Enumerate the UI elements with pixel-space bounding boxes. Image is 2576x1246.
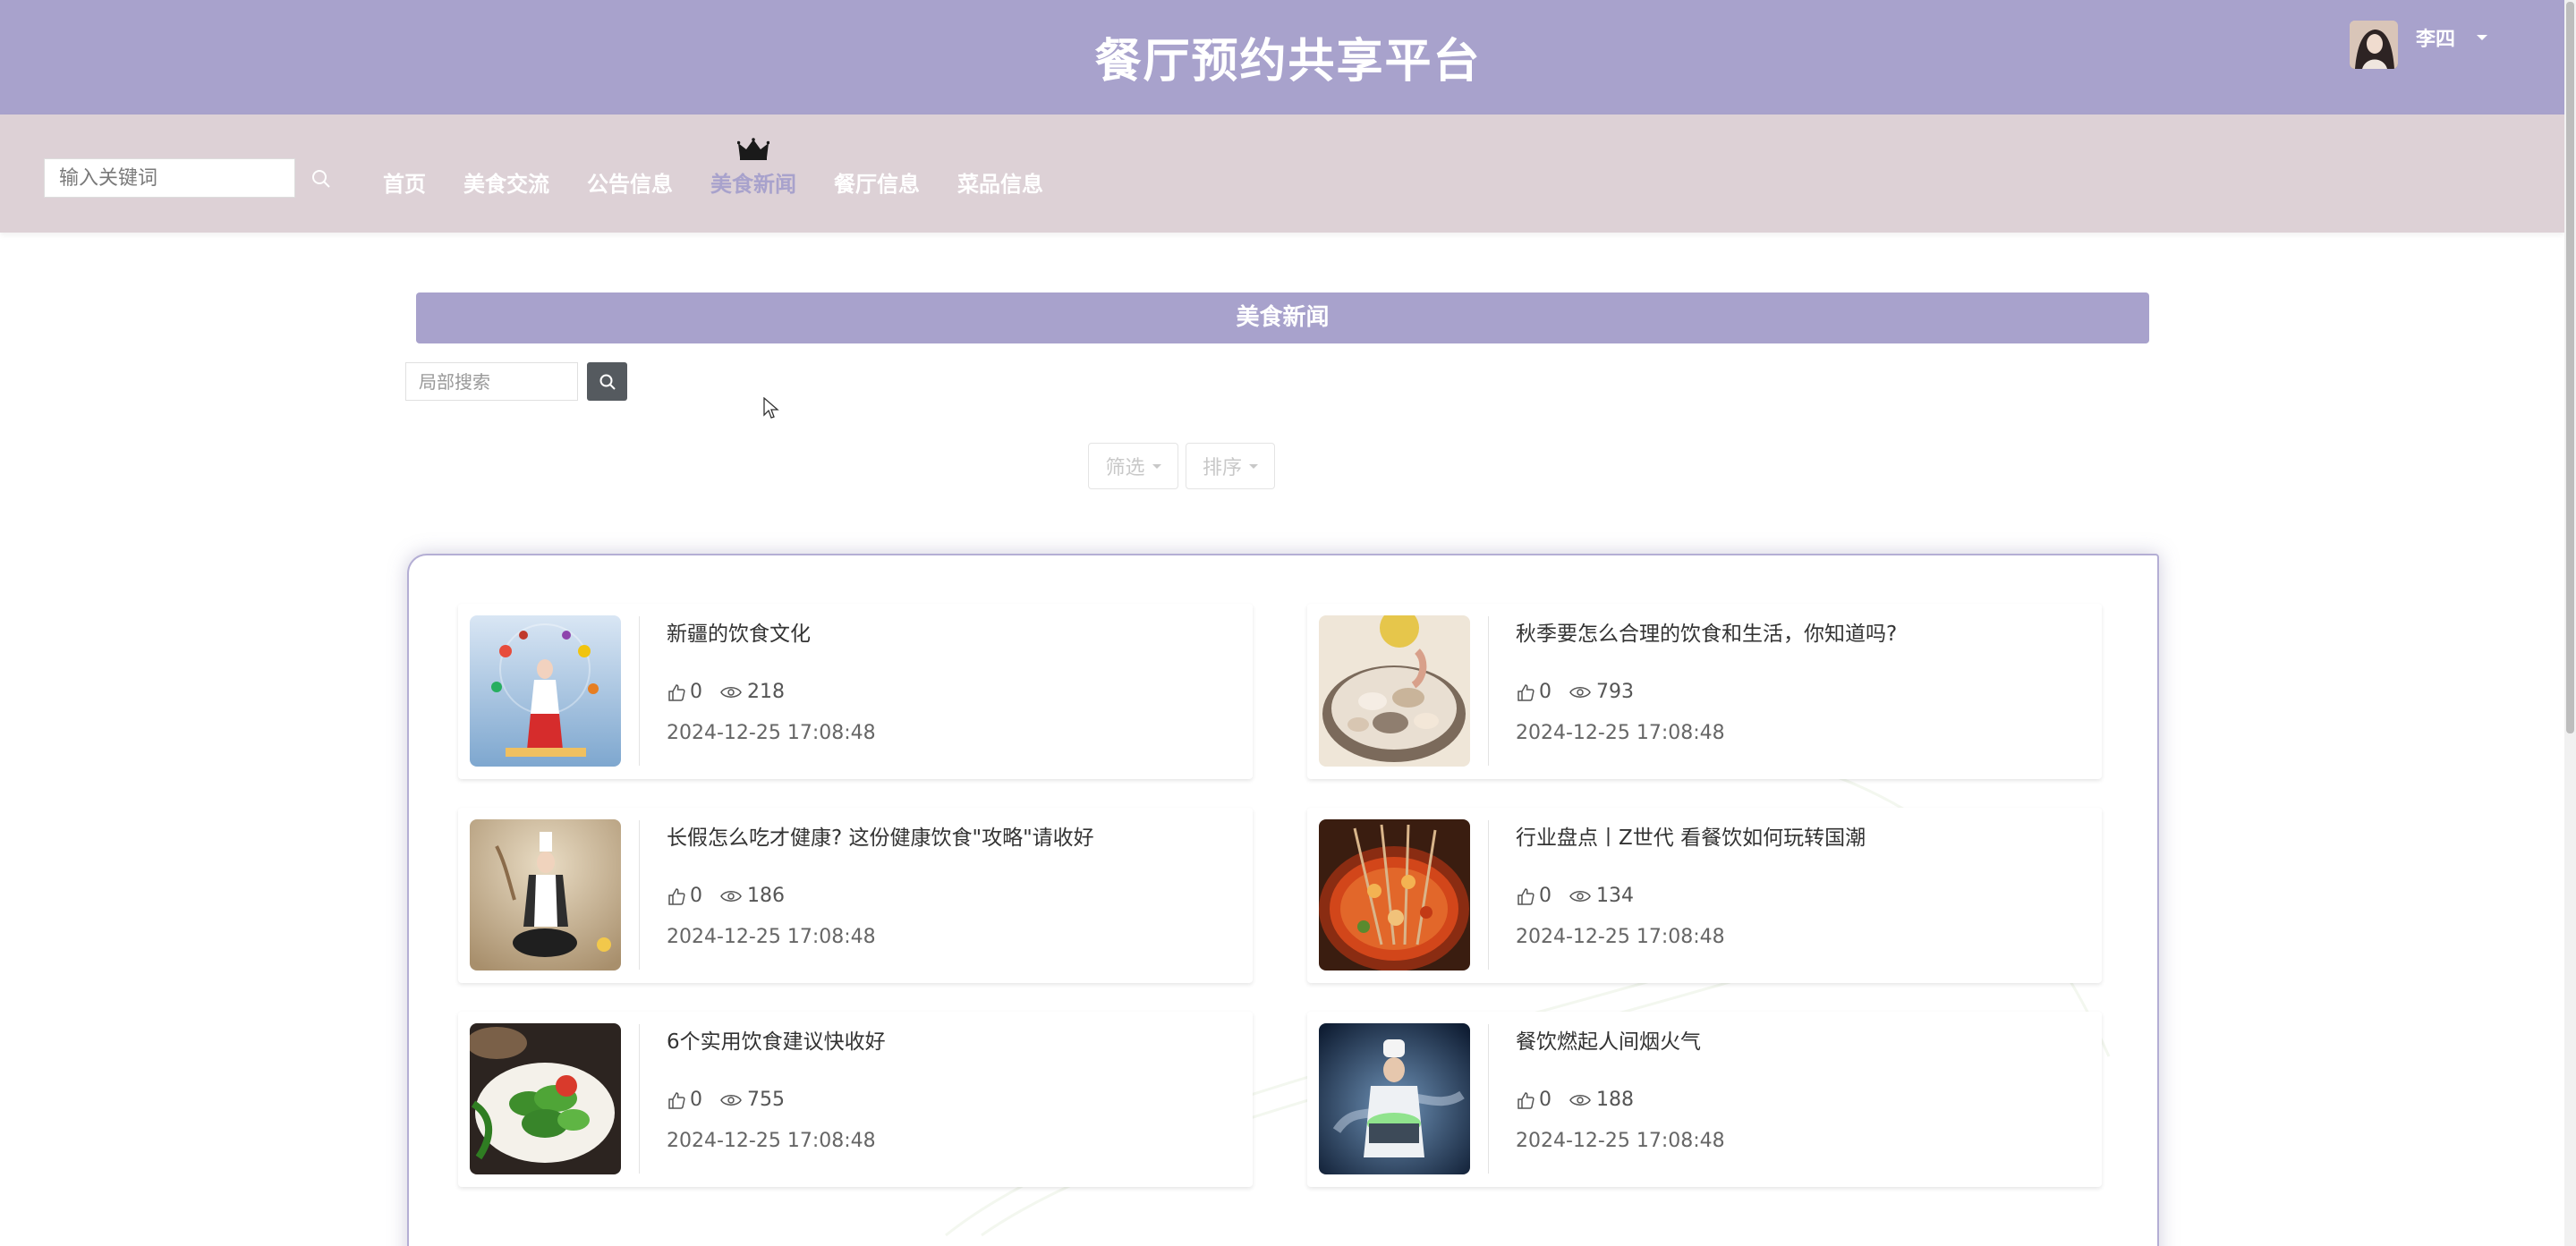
filter-dropdown[interactable]: 筛选 — [1088, 443, 1178, 489]
caret-down-icon[interactable] — [2477, 35, 2488, 40]
news-card[interactable]: 新疆的饮食文化 0 218 2024-12-25 17:08:48 — [458, 604, 1253, 779]
main-nav: 首页 美食交流 公告信息 美食新闻 餐厅信息 菜品信息 — [0, 114, 2564, 233]
news-card[interactable]: 秋季要怎么合理的饮食和生活，你知道吗? 0 793 2024-12-25 17:… — [1307, 604, 2102, 779]
thumbs-up-icon[interactable] — [1516, 886, 1535, 906]
eye-icon — [1569, 1094, 1591, 1106]
card-divider — [1488, 820, 1489, 970]
like-count: 0 — [1539, 1089, 1552, 1111]
news-title[interactable]: 餐饮燃起人间烟火气 — [1516, 1024, 1701, 1055]
card-divider — [639, 1024, 640, 1174]
site-title: 餐厅预约共享平台 — [1094, 35, 1482, 89]
view-count: 188 — [1596, 1089, 1634, 1111]
thumbs-up-icon[interactable] — [1516, 1090, 1535, 1110]
news-thumbnail[interactable] — [470, 819, 621, 971]
news-date: 2024-12-25 17:08:48 — [1516, 1130, 1725, 1152]
news-stats: 0 134 — [1516, 885, 1634, 907]
crown-icon — [737, 138, 769, 160]
filter-label: 筛选 — [1105, 457, 1145, 479]
news-card[interactable]: 餐饮燃起人间烟火气 0 188 2024-12-25 17:08:48 — [1307, 1012, 2102, 1187]
search-icon[interactable] — [310, 167, 333, 191]
nav-item-dishes[interactable]: 菜品信息 — [957, 166, 1043, 198]
news-stats: 0 186 — [667, 885, 785, 907]
nav-item-label: 美食新闻 — [710, 172, 796, 197]
nav-item-food-exchange[interactable]: 美食交流 — [463, 166, 549, 198]
news-date: 2024-12-25 17:08:48 — [667, 722, 876, 744]
news-title[interactable]: 长假怎么吃才健康? 这份健康饮食"攻略"请收好 — [667, 820, 1094, 851]
news-stats: 0 755 — [667, 1089, 785, 1111]
chevron-down-icon — [1249, 463, 1258, 469]
news-card[interactable]: 6个实用饮食建议快收好 0 755 2024-12-25 17:08:48 — [458, 1012, 1253, 1187]
news-date: 2024-12-25 17:08:48 — [667, 926, 876, 948]
thumbs-up-icon[interactable] — [1516, 682, 1535, 702]
local-search-input[interactable] — [406, 363, 577, 400]
nav-item-label: 餐厅信息 — [834, 172, 920, 197]
card-divider — [639, 820, 640, 970]
news-thumbnail[interactable] — [1319, 615, 1470, 767]
local-search-button[interactable] — [587, 362, 627, 401]
nav-item-label: 菜品信息 — [957, 172, 1043, 197]
news-stats: 0 793 — [1516, 681, 1634, 703]
like-count: 0 — [1539, 681, 1552, 703]
nav-item-announcements[interactable]: 公告信息 — [587, 166, 673, 198]
scrollbar-thumb[interactable] — [2566, 2, 2574, 733]
search-icon — [599, 374, 616, 390]
thumbs-up-icon[interactable] — [667, 886, 686, 906]
nav-item-home[interactable]: 首页 — [383, 166, 426, 198]
nav-item-label: 公告信息 — [587, 172, 673, 197]
view-count: 134 — [1596, 885, 1634, 907]
thumbs-up-icon[interactable] — [667, 1090, 686, 1110]
local-search-box — [405, 362, 578, 401]
news-date: 2024-12-25 17:08:48 — [1516, 722, 1725, 744]
news-title[interactable]: 新疆的饮食文化 — [667, 616, 811, 647]
eye-icon — [1569, 890, 1591, 902]
top-header: 餐厅预约共享平台 李四 — [0, 0, 2576, 114]
like-count: 0 — [690, 1089, 702, 1111]
nav-item-restaurants[interactable]: 餐厅信息 — [834, 166, 920, 198]
news-thumbnail[interactable] — [470, 615, 621, 767]
chevron-down-icon — [1152, 463, 1161, 469]
eye-icon — [720, 1094, 742, 1106]
view-count: 186 — [747, 885, 785, 907]
sort-dropdown[interactable]: 排序 — [1186, 443, 1275, 489]
news-title[interactable]: 行业盘点丨Z世代 看餐饮如何玩转国潮 — [1516, 820, 1866, 851]
nav-item-label: 美食交流 — [463, 172, 549, 197]
global-search-box — [44, 158, 295, 198]
news-thumbnail[interactable] — [1319, 1023, 1470, 1174]
section-title: 美食新闻 — [416, 292, 2149, 343]
eye-icon — [720, 890, 742, 902]
like-count: 0 — [690, 681, 702, 703]
thumbs-up-icon[interactable] — [667, 682, 686, 702]
card-divider — [639, 616, 640, 766]
news-thumbnail[interactable] — [470, 1023, 621, 1174]
eye-icon — [720, 686, 742, 698]
news-date: 2024-12-25 17:08:48 — [667, 1130, 876, 1152]
sort-label: 排序 — [1202, 457, 1242, 479]
like-count: 0 — [1539, 885, 1552, 907]
view-count: 218 — [747, 681, 785, 703]
news-card[interactable]: 长假怎么吃才健康? 这份健康饮食"攻略"请收好 0 186 2024-12-25… — [458, 808, 1253, 983]
view-count: 755 — [747, 1089, 785, 1111]
news-thumbnail[interactable] — [1319, 819, 1470, 971]
news-stats: 0 188 — [1516, 1089, 1634, 1111]
mouse-cursor-icon — [763, 397, 779, 419]
news-title[interactable]: 秋季要怎么合理的饮食和生活，你知道吗? — [1516, 616, 1897, 647]
eye-icon — [1569, 686, 1591, 698]
card-divider — [1488, 1024, 1489, 1174]
news-title[interactable]: 6个实用饮食建议快收好 — [667, 1024, 886, 1055]
page: 餐厅预约共享平台 李四 首页 美食交流 公告信息 — [0, 0, 2576, 1246]
user-avatar[interactable] — [2350, 21, 2398, 69]
news-stats: 0 218 — [667, 681, 785, 703]
user-menu[interactable]: 李四 — [2350, 20, 2488, 70]
nav-item-label: 首页 — [383, 172, 426, 197]
news-card[interactable]: 行业盘点丨Z世代 看餐饮如何玩转国潮 0 134 2024-12-25 17:0… — [1307, 808, 2102, 983]
card-divider — [1488, 616, 1489, 766]
view-count: 793 — [1596, 681, 1634, 703]
like-count: 0 — [690, 885, 702, 907]
search-input[interactable] — [45, 159, 294, 197]
news-date: 2024-12-25 17:08:48 — [1516, 926, 1725, 948]
nav-item-food-news[interactable]: 美食新闻 — [710, 138, 796, 198]
nav-menu: 首页 美食交流 公告信息 美食新闻 餐厅信息 菜品信息 — [383, 138, 1081, 198]
username[interactable]: 李四 — [2416, 23, 2455, 52]
